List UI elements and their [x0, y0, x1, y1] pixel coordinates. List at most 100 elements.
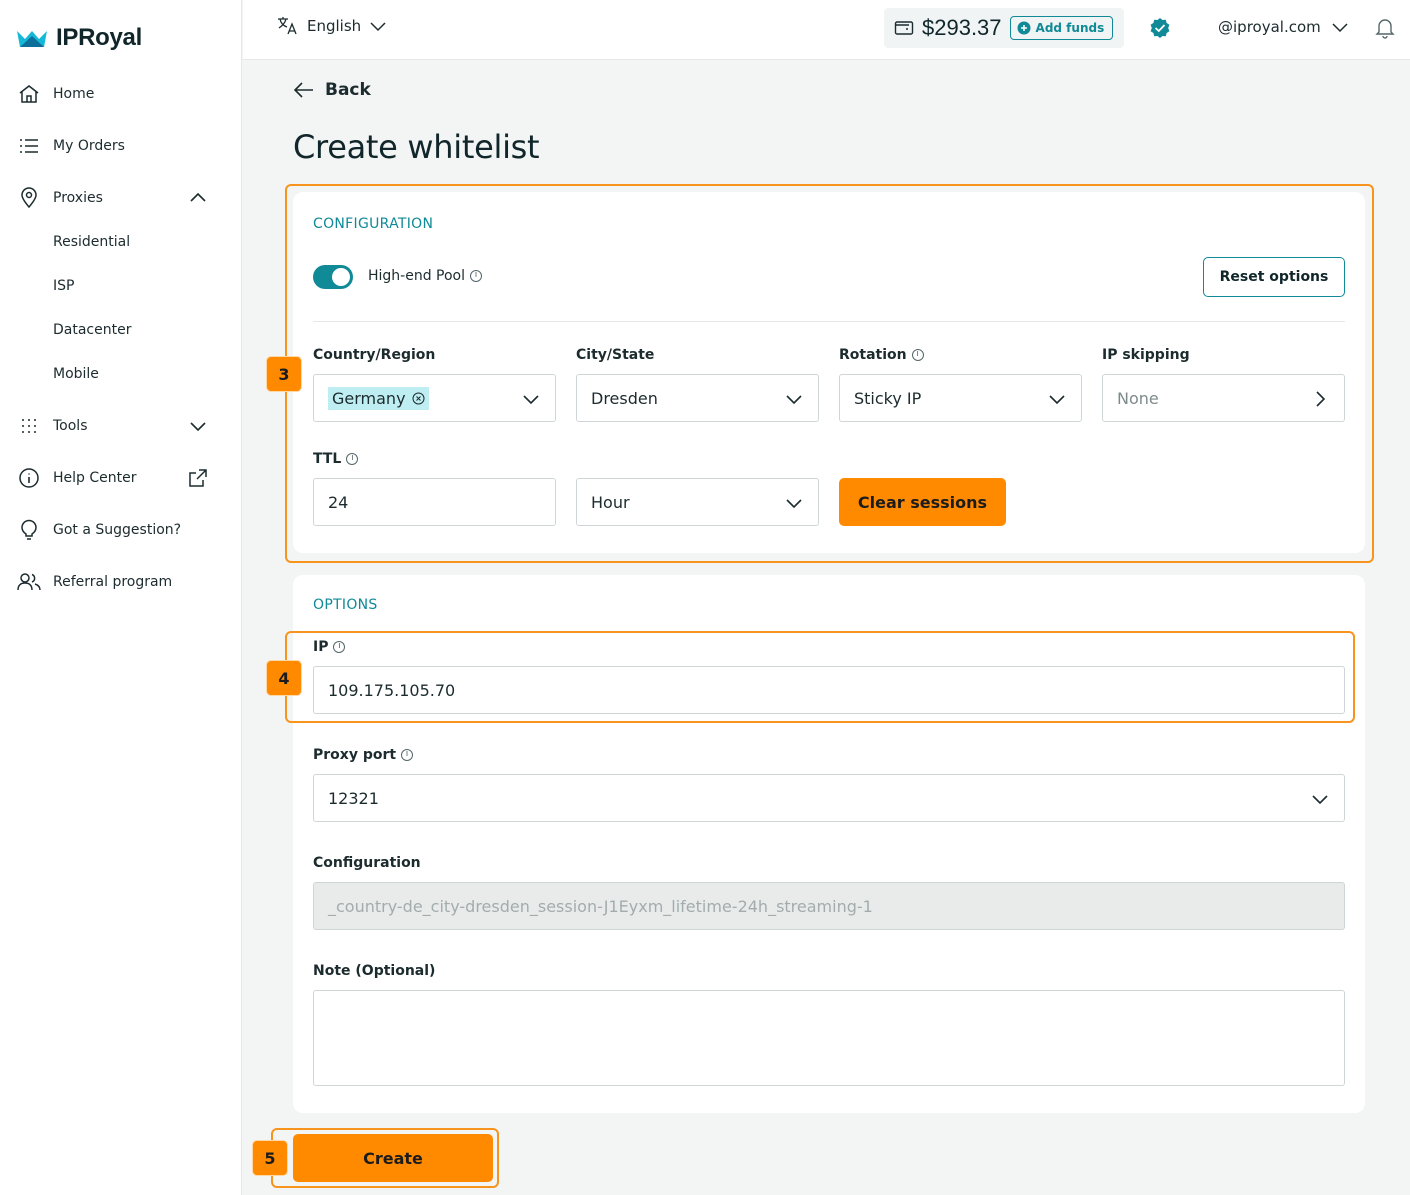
sidebar-item-help-center[interactable]: Help Center [16, 460, 212, 496]
configuration-section-title: CONFIGURATION [313, 216, 434, 232]
info-icon[interactable] [911, 349, 924, 361]
options-section-title: OPTIONS [313, 597, 378, 613]
ip-label: IP [313, 639, 346, 655]
lightbulb-icon [16, 518, 42, 542]
sidebar-item-my-orders[interactable]: My Orders [16, 128, 212, 164]
configuration-string-field: _country-de_city-dresden_session-J1Eyxm_… [313, 882, 1345, 930]
wallet-balance: $293.37 Add funds [884, 8, 1124, 48]
chevron-right-icon [1316, 391, 1326, 407]
country-label: Country/Region [313, 347, 435, 363]
high-end-pool-label: High-end Pool [368, 268, 483, 284]
sidebar-item-label: Proxies [53, 190, 103, 206]
bell-icon[interactable] [1375, 17, 1395, 39]
ttl-value: 24 [328, 492, 349, 512]
users-icon [16, 570, 42, 594]
top-bar: English $293.37 Add funds @iproyal.com [243, 0, 1410, 60]
chevron-down-icon [1332, 23, 1348, 33]
sidebar-item-referral[interactable]: Referral program [16, 564, 212, 600]
ttl-label: TTL [313, 451, 359, 467]
ttl-unit-value: Hour [591, 492, 630, 512]
language-label: English [307, 17, 362, 35]
ttl-label-text: TTL [313, 451, 342, 467]
configuration-string: _country-de_city-dresden_session-J1Eyxm_… [328, 896, 873, 916]
chevron-up-icon [190, 192, 206, 202]
proxy-port-value: 12321 [328, 788, 379, 808]
proxy-port-label-text: Proxy port [313, 747, 397, 763]
external-link-icon [189, 469, 207, 487]
sidebar-item-label: Referral program [53, 574, 173, 590]
info-icon[interactable] [346, 453, 359, 465]
location-pin-icon [16, 186, 42, 210]
sidebar-item-label: Tools [53, 418, 88, 434]
note-textarea[interactable] [313, 990, 1345, 1086]
chevron-down-icon [786, 499, 802, 509]
chevron-down-icon [1312, 795, 1328, 805]
rotation-label-text: Rotation [839, 347, 907, 363]
info-icon[interactable] [333, 641, 346, 653]
language-selector[interactable]: English [277, 16, 387, 36]
wallet-icon [894, 21, 914, 35]
step-4-badge: 4 [266, 660, 302, 696]
step-3-badge: 3 [266, 356, 302, 392]
sidebar: IPRoyal Home My Orders Proxies Residenti… [0, 0, 242, 1195]
info-icon [16, 466, 42, 490]
ttl-input[interactable]: 24 [313, 478, 556, 526]
city-label: City/State [576, 347, 654, 363]
sidebar-item-label: My Orders [53, 138, 125, 154]
crown-logo-icon [17, 31, 47, 47]
grid-dots-icon [16, 414, 42, 438]
sidebar-item-suggestion[interactable]: Got a Suggestion? [16, 512, 212, 548]
high-end-pool-toggle[interactable] [313, 265, 353, 289]
ttl-unit-select[interactable]: Hour [576, 478, 819, 526]
sidebar-item-home[interactable]: Home [16, 76, 212, 112]
logo[interactable]: IPRoyal [16, 24, 142, 52]
sidebar-subitem-residential[interactable]: Residential [53, 234, 130, 250]
clear-sessions-button[interactable]: Clear sessions [839, 478, 1006, 526]
step-5-badge: 5 [252, 1140, 288, 1176]
ip-label-text: IP [313, 639, 329, 655]
info-icon[interactable] [470, 270, 483, 282]
verified-badge-icon [1150, 18, 1170, 38]
country-select[interactable]: Germany [313, 374, 556, 422]
info-icon[interactable] [401, 749, 414, 761]
country-chip-label: Germany [332, 388, 406, 408]
note-label-text: Note (Optional) [313, 963, 436, 979]
list-icon [16, 134, 42, 158]
city-select[interactable]: Dresden [576, 374, 819, 422]
proxy-port-select[interactable]: 12321 [313, 774, 1345, 822]
ip-skipping-label: IP skipping [1102, 347, 1190, 363]
sidebar-subitem-datacenter[interactable]: Datacenter [53, 322, 131, 338]
country-chip: Germany [328, 386, 429, 410]
sidebar-subitem-isp[interactable]: ISP [53, 278, 74, 294]
ip-skipping-value: None [1117, 388, 1159, 408]
sidebar-subitem-mobile[interactable]: Mobile [53, 366, 99, 382]
sidebar-item-proxies[interactable]: Proxies [16, 180, 212, 216]
arrow-left-icon [293, 82, 313, 98]
add-funds-button[interactable]: Add funds [1009, 16, 1114, 40]
balance-amount: $293.37 [922, 15, 1002, 40]
country-label-text: Country/Region [313, 347, 436, 363]
chevron-down-icon [786, 395, 802, 405]
chevron-down-icon [1049, 395, 1065, 405]
ip-value: 109.175.105.70 [328, 680, 456, 700]
translate-icon [278, 17, 297, 35]
chevron-down-icon [370, 22, 386, 32]
ip-input[interactable]: 109.175.105.70 [313, 666, 1345, 714]
configuration-label: Configuration [313, 855, 421, 871]
city-value: Dresden [591, 388, 658, 408]
home-icon [16, 82, 42, 106]
rotation-select[interactable]: Sticky IP [839, 374, 1082, 422]
back-link[interactable]: Back [293, 80, 371, 100]
ip-skipping-select[interactable]: None [1102, 374, 1345, 422]
close-circle-icon[interactable] [412, 392, 425, 405]
city-label-text: City/State [576, 347, 655, 363]
create-button[interactable]: Create [293, 1134, 493, 1182]
sidebar-item-tools[interactable]: Tools [16, 408, 212, 444]
logo-text: IPRoyal [56, 24, 142, 51]
toggle-knob [332, 268, 350, 286]
account-menu[interactable]: @iproyal.com [1218, 18, 1349, 36]
divider [313, 321, 1345, 322]
rotation-value: Sticky IP [854, 388, 922, 408]
reset-options-button[interactable]: Reset options [1203, 257, 1345, 297]
rotation-label: Rotation [839, 347, 924, 363]
